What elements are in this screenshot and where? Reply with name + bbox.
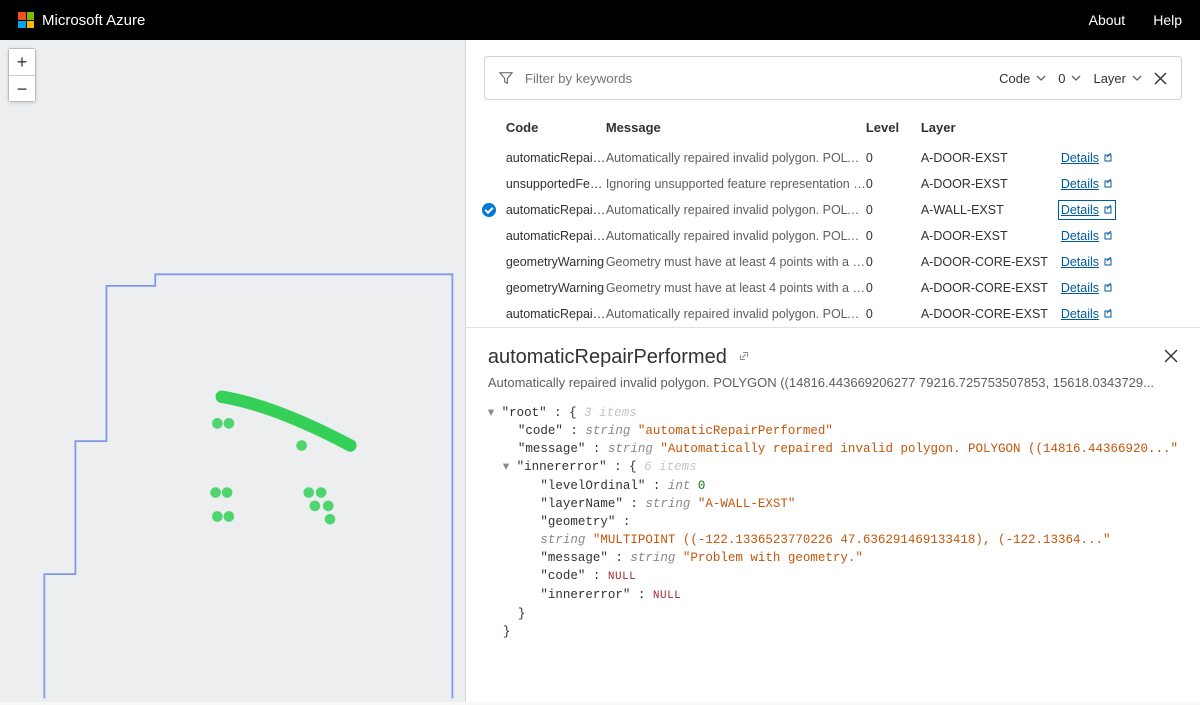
brand-logo: Microsoft Azure (18, 12, 145, 29)
cell-message: Ignoring unsupported feature representat… (606, 177, 866, 191)
details-link[interactable]: Details (1061, 151, 1113, 165)
table-row[interactable]: geometryWarningGeometry must have at lea… (466, 249, 1200, 275)
external-link-icon (1103, 309, 1113, 319)
help-link[interactable]: Help (1153, 12, 1182, 28)
repair-highlight-arc (222, 397, 351, 446)
details-link[interactable]: Details (1061, 307, 1113, 321)
selected-indicator-icon (482, 203, 496, 217)
zoom-in-button[interactable]: + (9, 49, 35, 75)
cell-layer: A-WALL-EXST (921, 203, 1061, 217)
detail-subtitle: Automatically repaired invalid polygon. … (488, 375, 1178, 390)
map-canvas[interactable] (0, 40, 465, 702)
cell-layer: A-DOOR-CORE-EXST (921, 307, 1061, 321)
cell-level: 0 (866, 151, 921, 165)
external-link-icon (1103, 257, 1113, 267)
cell-level: 0 (866, 229, 921, 243)
detail-title: automaticRepairPerformed (488, 346, 727, 369)
cell-code: automaticRepair... (506, 203, 606, 217)
code-filter-dropdown[interactable]: Code (999, 71, 1046, 86)
external-link-icon (1103, 283, 1113, 293)
details-link[interactable]: Details (1061, 203, 1113, 217)
chevron-down-icon (1036, 73, 1046, 83)
external-link-icon (1103, 205, 1113, 215)
details-link[interactable]: Details (1061, 177, 1113, 191)
external-link-icon (1103, 153, 1113, 163)
details-link[interactable]: Details (1061, 229, 1113, 243)
cell-message: Automatically repaired invalid polygon. … (606, 229, 866, 243)
cell-level: 0 (866, 307, 921, 321)
cell-layer: A-DOOR-EXST (921, 229, 1061, 243)
chevron-down-icon (1071, 73, 1081, 83)
table-row[interactable]: automaticRepair...Automatically repaired… (466, 223, 1200, 249)
cell-code: geometryWarning (506, 255, 606, 269)
details-link[interactable]: Details (1061, 255, 1113, 269)
about-link[interactable]: About (1089, 12, 1126, 28)
cell-message: Automatically repaired invalid polygon. … (606, 307, 866, 321)
cell-code: automaticRepair... (506, 307, 606, 321)
cell-level: 0 (866, 203, 921, 217)
clear-filters-button[interactable] (1154, 72, 1167, 85)
building-outline (44, 274, 452, 698)
cell-code: automaticRepair... (506, 229, 606, 243)
microsoft-icon (18, 12, 34, 28)
table-row[interactable]: unsupportedFeat...Ignoring unsupported f… (466, 171, 1200, 197)
cell-code: unsupportedFeat... (506, 177, 606, 191)
cell-code: geometryWarning (506, 281, 606, 295)
cell-level: 0 (866, 281, 921, 295)
json-viewer[interactable]: ▾ "root" : { 3 items "code" : string "au… (488, 404, 1178, 641)
brand-text: Microsoft Azure (42, 12, 145, 29)
filter-icon (499, 71, 513, 85)
col-layer: Layer (921, 120, 1061, 135)
table-row[interactable]: automaticRepair...Automatically repaired… (466, 145, 1200, 171)
cell-level: 0 (866, 177, 921, 191)
zoom-out-button[interactable]: − (9, 75, 35, 101)
table-header: Code Message Level Layer (466, 110, 1200, 145)
layer-filter-dropdown[interactable]: Layer (1093, 71, 1142, 86)
level-filter-dropdown[interactable]: 0 (1058, 71, 1081, 86)
issues-table: Code Message Level Layer automaticRepair… (466, 110, 1200, 327)
col-level: Level (866, 120, 921, 135)
external-link-icon (1103, 179, 1113, 189)
details-link[interactable]: Details (1061, 281, 1113, 295)
zoom-control: + − (8, 48, 36, 102)
external-link-icon (1103, 231, 1113, 241)
table-row[interactable]: automaticRepair...Automatically repaired… (466, 301, 1200, 327)
cell-message: Geometry must have at least 4 points wit… (606, 281, 866, 295)
cell-message: Geometry must have at least 4 points wit… (606, 255, 866, 269)
table-row[interactable]: automaticRepair...Automatically repaired… (466, 197, 1200, 223)
cell-message: Automatically repaired invalid polygon. … (606, 151, 866, 165)
close-detail-button[interactable] (1164, 349, 1178, 366)
issues-pane: Code 0 Layer Code Message Level Layer (466, 40, 1200, 702)
chevron-down-icon (1132, 73, 1142, 83)
table-row[interactable]: geometryWarningGeometry must have at lea… (466, 275, 1200, 301)
cell-code: automaticRepair... (506, 151, 606, 165)
filter-bar: Code 0 Layer (484, 56, 1182, 100)
filter-input[interactable] (525, 71, 702, 86)
cell-layer: A-DOOR-CORE-EXST (921, 255, 1061, 269)
col-message: Message (606, 120, 866, 135)
cell-layer: A-DOOR-CORE-EXST (921, 281, 1061, 295)
link-icon[interactable] (737, 349, 751, 366)
map-pane[interactable]: + − (0, 40, 466, 702)
cell-layer: A-DOOR-EXST (921, 151, 1061, 165)
cell-layer: A-DOOR-EXST (921, 177, 1061, 191)
cell-message: Automatically repaired invalid polygon. … (606, 203, 866, 217)
top-bar: Microsoft Azure About Help (0, 0, 1200, 40)
detail-panel: automaticRepairPerformed Automatically r… (466, 327, 1200, 702)
col-code: Code (506, 120, 606, 135)
cell-level: 0 (866, 255, 921, 269)
